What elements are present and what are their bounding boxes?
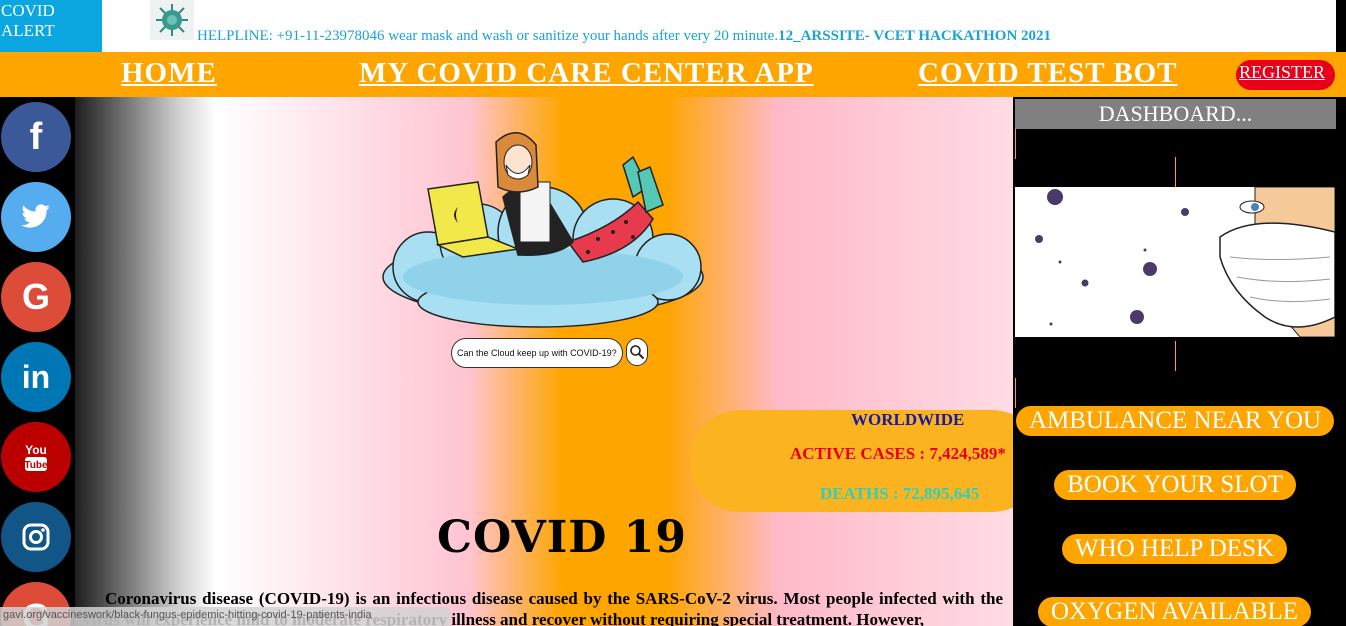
top-right-strip xyxy=(1336,0,1346,52)
twitter-icon[interactable] xyxy=(1,182,71,252)
dashboard-title: DASHBOARD... xyxy=(1015,99,1336,129)
divider-line xyxy=(1015,129,1016,159)
google-icon[interactable]: G xyxy=(1,262,71,332)
youtube-icon[interactable]: You Tube xyxy=(1,422,71,492)
register-button[interactable]: REGISTER xyxy=(1236,60,1335,90)
instagram-icon[interactable] xyxy=(1,502,71,572)
virus-icon xyxy=(150,0,194,40)
hackathon-text: 12_ARSSITE- VCET HACKATHON 2021 xyxy=(778,28,1052,44)
covid-alert-label: COVID ALERT xyxy=(0,0,102,52)
linkedin-icon[interactable]: in xyxy=(1,342,71,412)
divider-line xyxy=(1175,157,1176,187)
who-help-desk-button[interactable]: WHO HELP DESK xyxy=(1062,534,1287,564)
book-your-slot-button[interactable]: BOOK YOUR SLOT xyxy=(1054,470,1296,500)
main-content: Can the Cloud keep up with COVID-19? WOR… xyxy=(75,97,1013,626)
nav-home-link[interactable]: HOME xyxy=(121,57,217,90)
scrollbar-track[interactable] xyxy=(1336,97,1346,626)
nav-covid-care-app-link[interactable]: MY COVID CARE CENTER APP xyxy=(359,57,814,90)
oxygen-available-button[interactable]: OXYGEN AVAILABLE xyxy=(1038,597,1311,626)
page-title: COVID 19 xyxy=(437,512,687,563)
divider-line xyxy=(1015,378,1016,408)
divider-line xyxy=(1175,341,1176,371)
helpline-ticker: HELPLINE: +91-11-23978046 wear mask and … xyxy=(197,28,1051,45)
svg-text:Tube: Tube xyxy=(24,460,48,471)
cloud-search-input[interactable]: Can the Cloud keep up with COVID-19? xyxy=(451,338,623,368)
main-navbar: HOME MY COVID CARE CENTER APP COVID TEST… xyxy=(0,52,1346,97)
social-sidebar: f G in YouTube G xyxy=(0,97,75,626)
active-cases-value: ACTIVE CASES : 7,424,589* xyxy=(790,444,1006,463)
mask-virus-illustration xyxy=(1015,187,1335,337)
helpline-text: HELPLINE: +91-11-23978046 wear mask and … xyxy=(197,28,779,44)
svg-text:You: You xyxy=(25,443,47,457)
facebook-icon[interactable]: f xyxy=(1,102,71,172)
status-bar-url: gavi.org/vaccineswork/black-fungus-epide… xyxy=(0,607,450,626)
worldwide-stats-card: WORLDWIDE ACTIVE CASES : 7,424,589* DEAT… xyxy=(690,410,1013,512)
dashboard-sidebar: DASHBOARD... AMBULANCE NEAR YOU BOOK YOU… xyxy=(1013,97,1346,626)
ambulance-near-you-button[interactable]: AMBULANCE NEAR YOU xyxy=(1016,406,1334,436)
search-icon[interactable] xyxy=(626,338,648,366)
worldwide-label: WORLDWIDE xyxy=(851,410,965,429)
nav-covid-test-bot-link[interactable]: COVID TEST BOT xyxy=(918,57,1178,90)
alert-banner: HELPLINE: +91-11-23978046 wear mask and … xyxy=(102,0,1336,52)
deaths-value: DEATHS : 72,895,645 xyxy=(820,484,980,503)
